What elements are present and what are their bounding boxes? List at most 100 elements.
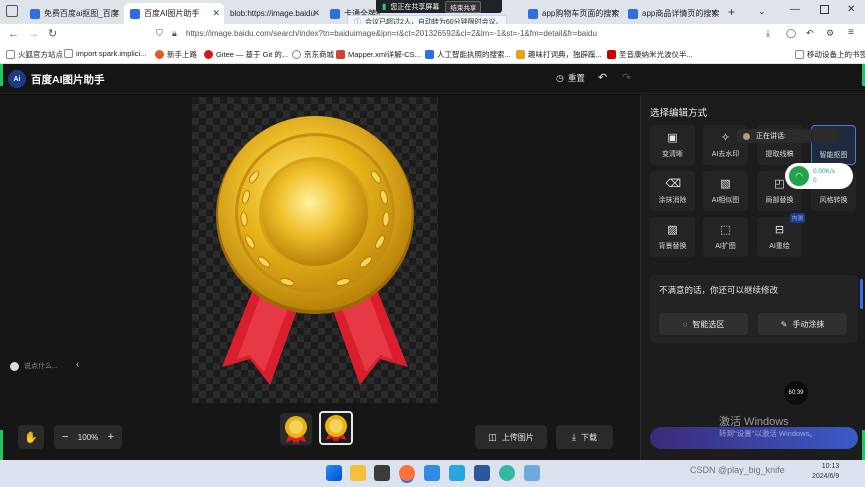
cloud-icon[interactable]: [449, 465, 465, 481]
address-input[interactable]: https://image.baidu.com/search/index?tn=…: [186, 29, 636, 41]
undo-icon[interactable]: ↶: [806, 28, 814, 39]
download-speed: 0.00K/s: [813, 168, 836, 175]
close-icon[interactable]: ✕: [212, 8, 220, 19]
redraw-icon: ⊟: [774, 224, 785, 236]
collapse-chevron-icon[interactable]: ‹: [76, 359, 79, 370]
gold-medal-image: [216, 116, 414, 385]
bookmark-item[interactable]: 京东商城: [292, 49, 334, 60]
firefox-icon[interactable]: [399, 465, 415, 481]
app-icon[interactable]: [499, 465, 515, 481]
bookmark-item[interactable]: 人工智能执照的搜索...: [425, 49, 511, 60]
redo-icon[interactable]: ↷: [622, 71, 631, 84]
tab-5[interactable]: app购物车页面的搜索 ✕: [522, 3, 622, 24]
account-icon[interactable]: ◯: [786, 28, 796, 39]
download-button[interactable]: ⤓ 下载: [556, 425, 613, 449]
tool-label: AI相似图: [711, 197, 740, 204]
manual-brush-label: 手动涂抹: [792, 319, 825, 329]
file-explorer-icon[interactable]: [350, 465, 366, 481]
browser-nav-bar: ← → ↻ ⛉ 🔒︎ https://image.baidu.com/searc…: [0, 24, 865, 46]
canvas-area: 说点什么... ‹ ✋ − 100% + ◫ 上传图片 ⤓ 下载: [0, 95, 640, 460]
bookmark-item[interactable]: 圣音康纳米光波仪半...: [607, 49, 693, 60]
clock[interactable]: 10:13 2024/6/9: [812, 462, 839, 482]
tool-label: 智能抠图: [819, 152, 848, 159]
zoom-in-button[interactable]: +: [108, 431, 114, 443]
tool-label: 风格转换: [819, 197, 848, 204]
manual-brush-button[interactable]: ✎ 手动涂抹: [758, 313, 847, 335]
tab-1[interactable]: 免费百度ai抠图_百度 ✕: [24, 3, 124, 24]
maximize-icon[interactable]: [820, 5, 829, 14]
lock-icon: 🔒︎: [172, 28, 177, 38]
bookmark-item[interactable]: 趣味打词典，独辟蹊...: [516, 49, 602, 60]
forward-icon[interactable]: →: [28, 28, 39, 40]
word-icon[interactable]: [474, 465, 490, 481]
smart-select-button[interactable]: ◌ 智能选区: [659, 313, 748, 335]
clock-time: 10:13: [821, 463, 840, 470]
tab-2-active[interactable]: 百度AI图片助手 ✕: [124, 3, 224, 24]
terminal-icon[interactable]: [374, 465, 390, 481]
photos-icon[interactable]: [424, 465, 440, 481]
bookmark-item[interactable]: Mapper.xml详解-CS...: [336, 49, 421, 60]
tool-background-replace[interactable]: ▨ 背景替换: [650, 217, 695, 257]
close-icon[interactable]: ✕: [710, 8, 718, 19]
start-icon[interactable]: [326, 465, 342, 481]
thumbnail-result[interactable]: [319, 411, 353, 445]
medal-thumbnail-icon: [285, 416, 307, 444]
close-icon[interactable]: ✕: [610, 8, 618, 19]
bookmark-item[interactable]: Gitee — 基于 Git 的...: [204, 49, 288, 60]
bookmark-label: 火狐官方站点: [18, 50, 63, 59]
reload-icon[interactable]: ↻: [48, 27, 57, 40]
scrollbar-thumb[interactable]: [860, 279, 863, 309]
bookmark-item[interactable]: 移动设备上的书签: [795, 49, 865, 60]
hand-icon: ✋: [24, 431, 38, 444]
download-label: 下载: [580, 432, 597, 442]
tab-label: app商品详情页的搜索: [642, 9, 720, 18]
close-icon[interactable]: ✕: [312, 8, 320, 19]
bookmark-item[interactable]: 新手上路: [155, 49, 197, 60]
chevron-down-icon[interactable]: ⌄: [758, 6, 766, 17]
tool-expand[interactable]: ⬚ AI扩图: [703, 217, 748, 257]
close-icon[interactable]: ✕: [112, 8, 120, 19]
tool-redraw[interactable]: ⊟ AI重绘 内测: [757, 213, 805, 257]
smart-select-label: 智能选区: [692, 319, 725, 329]
hand-tool-button[interactable]: ✋: [18, 425, 44, 449]
window-close-icon[interactable]: ✕: [847, 4, 855, 15]
chat-input[interactable]: 说点什么...: [10, 361, 58, 371]
tab-label: 免费百度ai抠图_百度: [44, 9, 119, 18]
app-title: 百度AI图片助手: [31, 74, 105, 86]
chat-placeholder: 说点什么...: [24, 363, 58, 370]
edit-panel: 选择编辑方式 ▣变清晰 ✧AI去水印 ✎提取线稿 ⧉智能抠图 ⌫涂抹消除 ▧AI…: [640, 95, 865, 460]
download-icon[interactable]: ⤓: [766, 28, 770, 39]
zoom-level: 100%: [77, 432, 99, 442]
tab-6[interactable]: app商品详情页的搜索 ✕: [622, 3, 722, 24]
meeting-app-icon[interactable]: [524, 465, 540, 481]
bookmark-item[interactable]: import spark.implici...: [64, 49, 146, 58]
gitee-icon: [204, 50, 213, 59]
new-tab-icon[interactable]: +: [728, 5, 735, 19]
network-speed-widget[interactable]: ◠ 0.00K/s 0: [785, 163, 853, 189]
image-preview[interactable]: [192, 97, 438, 403]
thumbnail-original[interactable]: [280, 413, 312, 445]
reset-label: 重置: [567, 73, 585, 83]
undo-icon[interactable]: ↶: [598, 71, 607, 84]
zoom-out-button[interactable]: −: [62, 431, 68, 443]
retry-text: 不满意的话，你还可以继续修改: [659, 285, 779, 295]
bookmark-label: import spark.implici...: [76, 49, 147, 58]
menu-icon[interactable]: ≡: [848, 27, 854, 38]
tool-eraser[interactable]: ⌫ 涂抹消除: [650, 171, 695, 211]
bookmark-item[interactable]: 火狐官方站点: [6, 49, 63, 60]
back-icon[interactable]: ←: [8, 28, 19, 40]
tool-similar-image[interactable]: ▧ AI相似图: [703, 171, 748, 211]
extensions-icon[interactable]: ⚙: [826, 28, 834, 39]
folder-icon: [795, 50, 804, 59]
tool-enhance[interactable]: ▣ 变清晰: [650, 125, 695, 165]
upload-image-button[interactable]: ◫ 上传图片: [475, 425, 547, 449]
magic-wand-icon: ✧: [720, 132, 731, 144]
assistant-avatar-icon: [10, 361, 19, 371]
panel-heading: 选择编辑方式: [650, 108, 708, 119]
upload-speed: 0: [813, 177, 817, 184]
reset-button[interactable]: ◷ 重置: [556, 72, 585, 84]
tab-overview-icon[interactable]: [6, 5, 18, 17]
end-share-button[interactable]: 结束共享: [445, 0, 482, 13]
minimize-icon[interactable]: —: [790, 4, 800, 15]
tab-3[interactable]: blob:https://image.baidu ✕: [224, 3, 324, 24]
